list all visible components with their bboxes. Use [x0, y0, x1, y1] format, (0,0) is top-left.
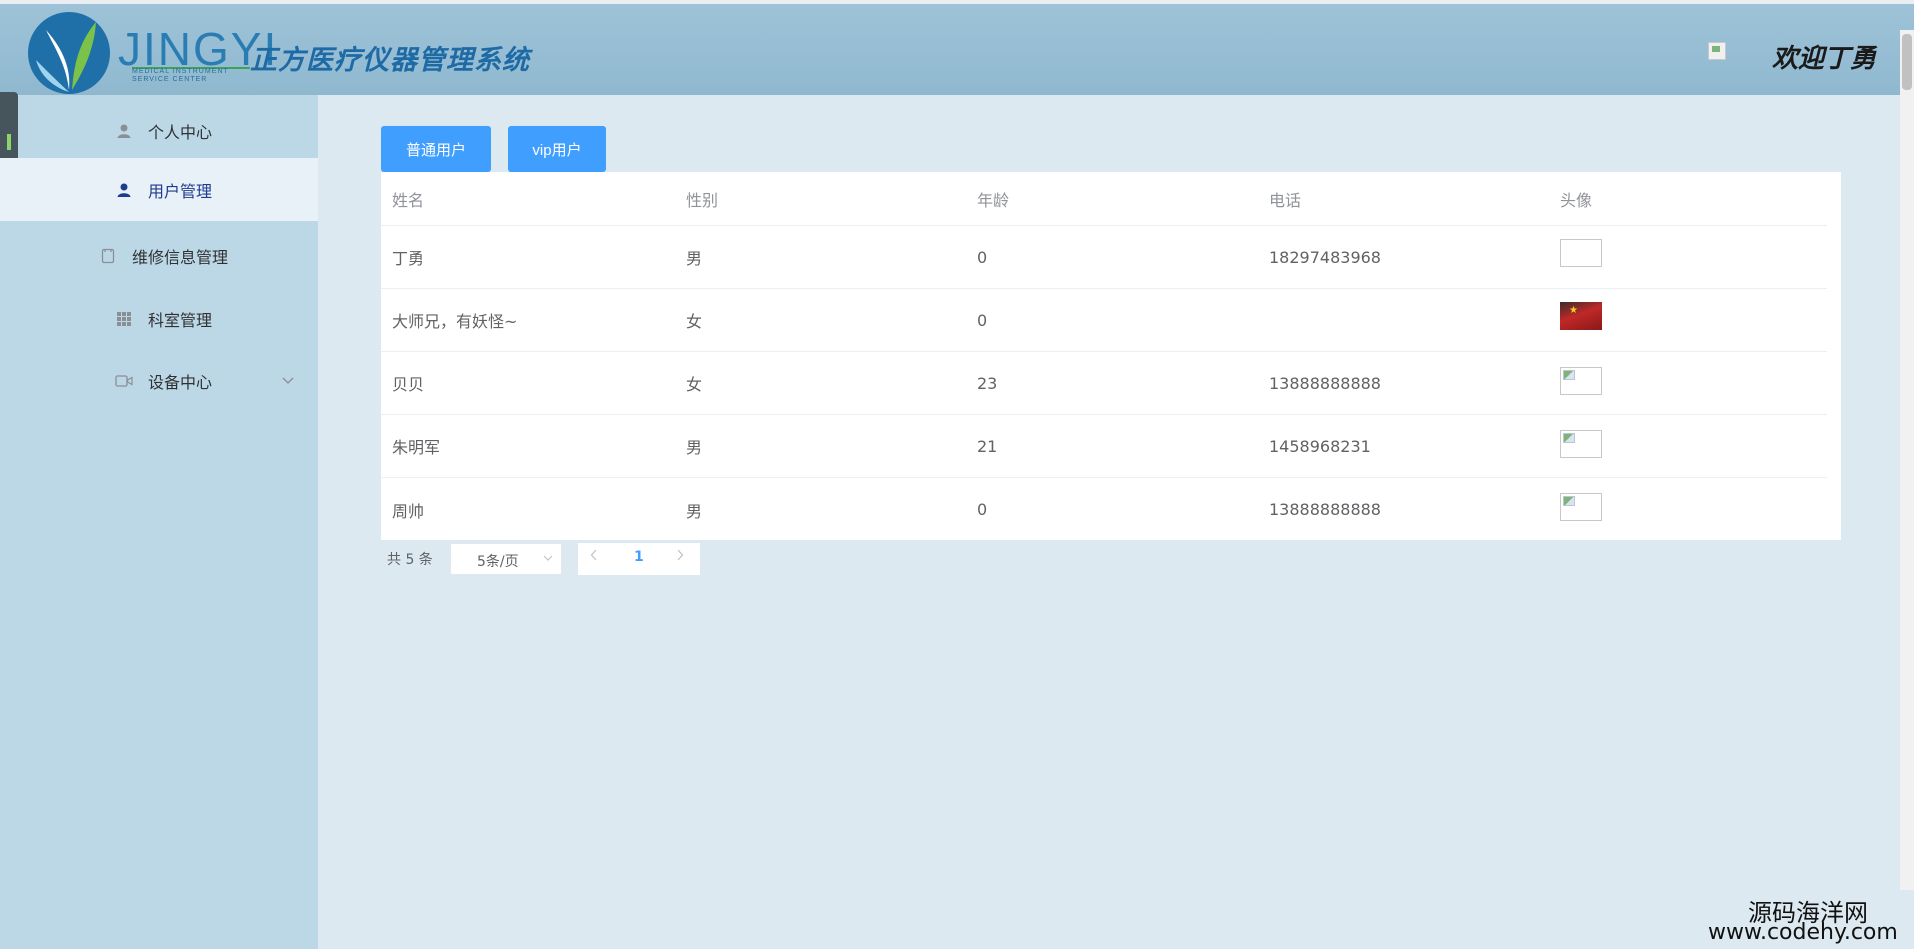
table-row[interactable]: 周帅 男 0 13888888888 — [381, 478, 1827, 541]
cell-name: 周帅 — [392, 501, 425, 521]
sidebar-item-label: 维修信息管理 — [132, 247, 229, 267]
avatar-image — [1560, 493, 1602, 521]
user-table: 姓名 性别 年龄 电话 头像 丁勇 男 0 18297483968 大师兄，有妖… — [381, 172, 1841, 540]
cell-name: 贝贝 — [392, 375, 425, 394]
cell-name: 大师兄，有妖怪~ — [392, 312, 518, 331]
cell-phone: 13888888888 — [1269, 373, 1381, 393]
sidebar-item-repair-info[interactable]: 维修信息管理 — [0, 224, 318, 287]
sidebar-item-personal-center[interactable]: 个人中心 — [0, 99, 318, 162]
sidebar-item-user-management[interactable]: 用户管理 — [0, 158, 318, 221]
chevron-down-icon — [543, 552, 553, 565]
column-header-avatar[interactable]: 头像 — [1560, 187, 1592, 211]
table-row[interactable]: 朱明军 男 21 1458968231 — [381, 415, 1827, 478]
top-header: JINGYI MEDICAL INSTRUMENT SERVICE CENTER… — [0, 0, 1914, 95]
avatar-image — [1560, 367, 1602, 395]
pagination-total: 共 5 条 — [387, 552, 433, 568]
grid-icon — [115, 310, 133, 328]
next-page-icon[interactable] — [676, 549, 684, 565]
sidebar-item-equipment-center[interactable]: 设备中心 — [0, 349, 318, 412]
avatar-image — [1560, 302, 1602, 330]
video-camera-icon — [115, 372, 133, 390]
cell-phone: 1458968231 — [1269, 436, 1371, 456]
watermark-url: www.codehy.com — [1708, 920, 1898, 945]
cell-gender: 男 — [686, 249, 703, 268]
welcome-text: 欢迎丁勇 — [1772, 44, 1877, 74]
table-row[interactable]: 大师兄，有妖怪~ 女 0 — [381, 289, 1827, 352]
cell-age: 0 — [977, 247, 988, 267]
tab-vip-users[interactable]: vip用户 — [508, 126, 606, 172]
user-avatar-icon[interactable] — [1708, 42, 1726, 60]
chevron-down-icon[interactable] — [282, 374, 294, 388]
cell-phone: 18297483968 — [1269, 247, 1381, 267]
page-scrollbar-thumb[interactable] — [1902, 34, 1912, 90]
cell-gender: 女 — [686, 375, 703, 394]
cell-age: 0 — [977, 310, 988, 330]
table-row[interactable]: 贝贝 女 23 13888888888 — [381, 352, 1827, 415]
cell-phone: 13888888888 — [1269, 500, 1381, 519]
sidebar-item-label: 设备中心 — [148, 372, 213, 392]
page-scrollbar-track[interactable] — [1900, 30, 1914, 890]
cell-age: 21 — [977, 436, 998, 456]
column-header-name[interactable]: 姓名 — [392, 187, 424, 211]
cell-gender: 女 — [686, 312, 703, 331]
sidebar-item-label: 个人中心 — [148, 122, 213, 142]
column-header-phone[interactable]: 电话 — [1269, 187, 1301, 211]
column-header-age[interactable]: 年龄 — [977, 187, 1009, 211]
logo-subtitle: MEDICAL INSTRUMENT SERVICE CENTER — [132, 68, 229, 83]
cell-name: 朱明军 — [392, 438, 441, 457]
company-logo-icon — [28, 12, 110, 94]
sidebar-item-department[interactable]: 科室管理 — [0, 287, 318, 350]
table-row[interactable]: 丁勇 男 0 18297483968 — [381, 226, 1827, 289]
avatar-image — [1560, 239, 1602, 267]
column-header-gender[interactable]: 性别 — [686, 187, 718, 211]
avatar-image — [1560, 430, 1602, 458]
pagination-pages: 1 — [578, 543, 700, 575]
sidebar-item-label: 科室管理 — [148, 310, 213, 330]
cell-gender: 男 — [686, 501, 703, 521]
cell-age: 0 — [977, 500, 988, 519]
cell-name: 丁勇 — [392, 249, 425, 268]
tab-normal-users[interactable]: 普通用户 — [381, 126, 491, 172]
page-number-current[interactable]: 1 — [634, 549, 644, 565]
page-size-value: 5条/页 — [477, 554, 519, 570]
table-header: 姓名 性别 年龄 电话 头像 — [381, 172, 1827, 226]
cell-age: 23 — [977, 373, 998, 393]
cell-gender: 男 — [686, 438, 703, 457]
user-outline-icon — [115, 122, 133, 140]
prev-page-icon[interactable] — [590, 549, 598, 565]
user-solid-icon — [115, 181, 133, 199]
page-size-select[interactable]: 5条/页 — [450, 543, 562, 575]
system-title: 正方医疗仪器管理系统 — [250, 45, 530, 76]
document-icon — [99, 247, 117, 265]
sidebar-item-label: 用户管理 — [148, 181, 213, 201]
